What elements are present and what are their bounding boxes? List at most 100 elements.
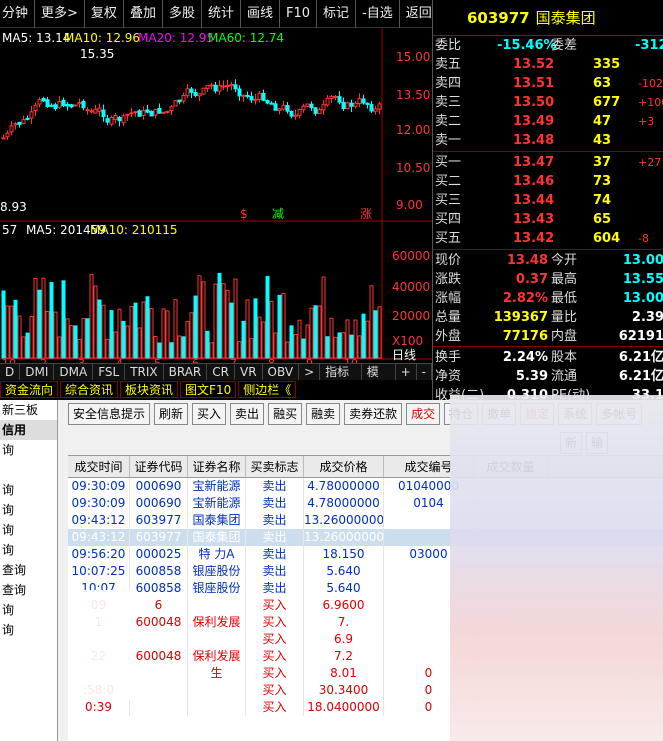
indicator-tab-7[interactable]: VR bbox=[235, 364, 263, 380]
period-label[interactable]: 日线 bbox=[392, 348, 416, 362]
trade-button-3[interactable]: 卖出 bbox=[230, 403, 265, 425]
left-menu-item-6[interactable]: 询 bbox=[0, 520, 57, 540]
info-tab-3[interactable]: 图文F10 bbox=[180, 381, 237, 398]
trade-button-2[interactable]: 买入 bbox=[192, 403, 227, 425]
vol-ytick: 60000 bbox=[392, 249, 430, 263]
left-menu-item-8[interactable]: 查询 bbox=[0, 560, 57, 580]
candle bbox=[289, 110, 294, 117]
toolbar-item-1[interactable]: 更多> bbox=[35, 0, 85, 28]
quote-price: 13.49 bbox=[513, 114, 555, 129]
info-tab-1[interactable]: 综合资讯 bbox=[60, 381, 119, 398]
indicator-tab-3[interactable]: FSL bbox=[93, 364, 126, 380]
trade-button-4[interactable]: 融买 bbox=[268, 403, 303, 425]
sell-row[interactable]: 卖一 13.48 43 bbox=[433, 131, 663, 150]
candle bbox=[77, 102, 82, 105]
indicator-tab-6[interactable]: CR bbox=[207, 364, 235, 380]
toolbar-item-9[interactable]: -自选 bbox=[356, 0, 400, 28]
candle bbox=[325, 97, 330, 106]
table-cell bbox=[188, 597, 246, 614]
indicator-tab-0[interactable]: D bbox=[0, 364, 21, 380]
stat-row: 涨跌 0.37 最高 13.55 bbox=[433, 270, 663, 289]
indicator-tab-4[interactable]: TRIX bbox=[125, 364, 164, 380]
candle bbox=[305, 103, 310, 107]
indicator-tab-11[interactable]: 模板 bbox=[362, 364, 396, 396]
left-menu-item-1[interactable]: 信用 bbox=[0, 420, 57, 440]
stat-row: 换手 2.24% 股本 6.21亿 bbox=[433, 348, 663, 367]
table-cell: 买入 bbox=[246, 597, 304, 614]
trade-button-0[interactable]: 安全信息提示 bbox=[68, 403, 151, 425]
toolbar-item-4[interactable]: 多股 bbox=[163, 0, 202, 28]
sell-row[interactable]: 卖二 13.49 47 +3 bbox=[433, 112, 663, 131]
stat-label: 今开 bbox=[551, 253, 578, 268]
table-cell: 600858 bbox=[130, 563, 188, 580]
table-cell: 买入 bbox=[246, 682, 304, 699]
trade-button-7[interactable]: 成交 bbox=[406, 403, 441, 425]
quote-price: 13.52 bbox=[513, 57, 555, 72]
table-cell: 银座股份 bbox=[188, 580, 246, 597]
indicator-tab-2[interactable]: DMA bbox=[54, 364, 94, 380]
stat-row: 涨幅 2.82% 最低 13.00 bbox=[433, 289, 663, 308]
sell-row[interactable]: 卖五 13.52 335 bbox=[433, 55, 663, 74]
left-menu-item-5[interactable]: 询 bbox=[0, 500, 57, 520]
indicator-tab-8[interactable]: OBV bbox=[263, 364, 300, 380]
toolbar-item-8[interactable]: 标记 bbox=[317, 0, 357, 28]
table-cell bbox=[188, 699, 246, 716]
weicha-label: 委差 bbox=[551, 38, 578, 53]
indicator-tab-9[interactable]: > bbox=[299, 364, 321, 380]
buy-row[interactable]: 买二 13.46 73 bbox=[433, 172, 663, 191]
info-tab-2[interactable]: 板块资讯 bbox=[120, 381, 179, 398]
left-menu-item-11[interactable]: 询 bbox=[0, 620, 57, 640]
candle bbox=[357, 98, 362, 105]
candle bbox=[361, 98, 366, 104]
trade-button-1[interactable]: 刷新 bbox=[154, 403, 189, 425]
table-cell: 宝新能源 bbox=[188, 478, 246, 495]
toolbar-item-2[interactable]: 复权 bbox=[85, 0, 124, 28]
indicator-tab-1[interactable]: DMI bbox=[20, 364, 55, 380]
buy-row[interactable]: 买三 13.44 74 bbox=[433, 191, 663, 210]
candle bbox=[337, 96, 342, 103]
left-menu-item-4[interactable]: 询 bbox=[0, 480, 57, 500]
candle bbox=[181, 94, 186, 102]
column-header[interactable]: 证券代码 bbox=[130, 456, 188, 477]
sell-row[interactable]: 卖三 13.50 677 +100 bbox=[433, 93, 663, 112]
buy-row[interactable]: 买一 13.47 37 +27 bbox=[433, 153, 663, 172]
left-menu-item-9[interactable]: 查询 bbox=[0, 580, 57, 600]
info-tab-0[interactable]: 资金流向 bbox=[0, 381, 59, 398]
left-menu-item-7[interactable]: 询 bbox=[0, 540, 57, 560]
toolbar-item-6[interactable]: 画线 bbox=[241, 0, 280, 28]
candle bbox=[245, 94, 250, 97]
left-menu-item-0[interactable]: 新三板 bbox=[0, 400, 57, 420]
volume-bar bbox=[301, 338, 306, 359]
indicator-tab-12[interactable]: + bbox=[396, 364, 417, 380]
table-cell: 6.9600 bbox=[304, 597, 384, 614]
column-header[interactable]: 证券名称 bbox=[188, 456, 246, 477]
toolbar-item-0[interactable]: 分钟 bbox=[0, 0, 36, 28]
indicator-tab-5[interactable]: BRAR bbox=[164, 364, 208, 380]
toolbar-item-3[interactable]: 叠加 bbox=[124, 0, 163, 28]
kline-chart[interactable]: MA5: 13.14 MA10: 12.96 MA20: 12.95 MA60:… bbox=[0, 28, 432, 368]
info-tab-4[interactable]: 侧边栏《 bbox=[238, 381, 297, 398]
sell-row[interactable]: 卖四 13.51 63 -102 bbox=[433, 74, 663, 93]
buy-row[interactable]: 买四 13.43 65 bbox=[433, 210, 663, 229]
volume-bar bbox=[37, 289, 42, 359]
vol-ytick: X100 bbox=[392, 334, 423, 348]
column-header[interactable]: 成交价格 bbox=[304, 456, 384, 477]
indicator-tab-13[interactable]: - bbox=[417, 364, 432, 380]
column-header[interactable]: 成交时间 bbox=[68, 456, 130, 477]
table-cell: 生 bbox=[188, 665, 246, 682]
column-header[interactable]: 买卖标志 bbox=[246, 456, 304, 477]
toolbar-item-5[interactable]: 统计 bbox=[202, 0, 241, 28]
volume-bar bbox=[145, 296, 150, 359]
table-cell: 宝新能源 bbox=[188, 495, 246, 512]
indicator-tab-10[interactable]: 指标B bbox=[320, 364, 362, 396]
left-menu-item-3[interactable] bbox=[0, 460, 57, 480]
left-menu-item-2[interactable]: 询 bbox=[0, 440, 57, 460]
trade-button-6[interactable]: 卖券还款 bbox=[344, 403, 403, 425]
weibi-label: 委比 bbox=[435, 38, 462, 53]
candle bbox=[105, 118, 110, 123]
buy-row[interactable]: 买五 13.42 604 -8 bbox=[433, 229, 663, 248]
candle bbox=[137, 110, 142, 117]
left-menu-item-10[interactable]: 询 bbox=[0, 600, 57, 620]
toolbar-item-7[interactable]: F10 bbox=[280, 0, 318, 28]
trade-button-5[interactable]: 融卖 bbox=[306, 403, 341, 425]
